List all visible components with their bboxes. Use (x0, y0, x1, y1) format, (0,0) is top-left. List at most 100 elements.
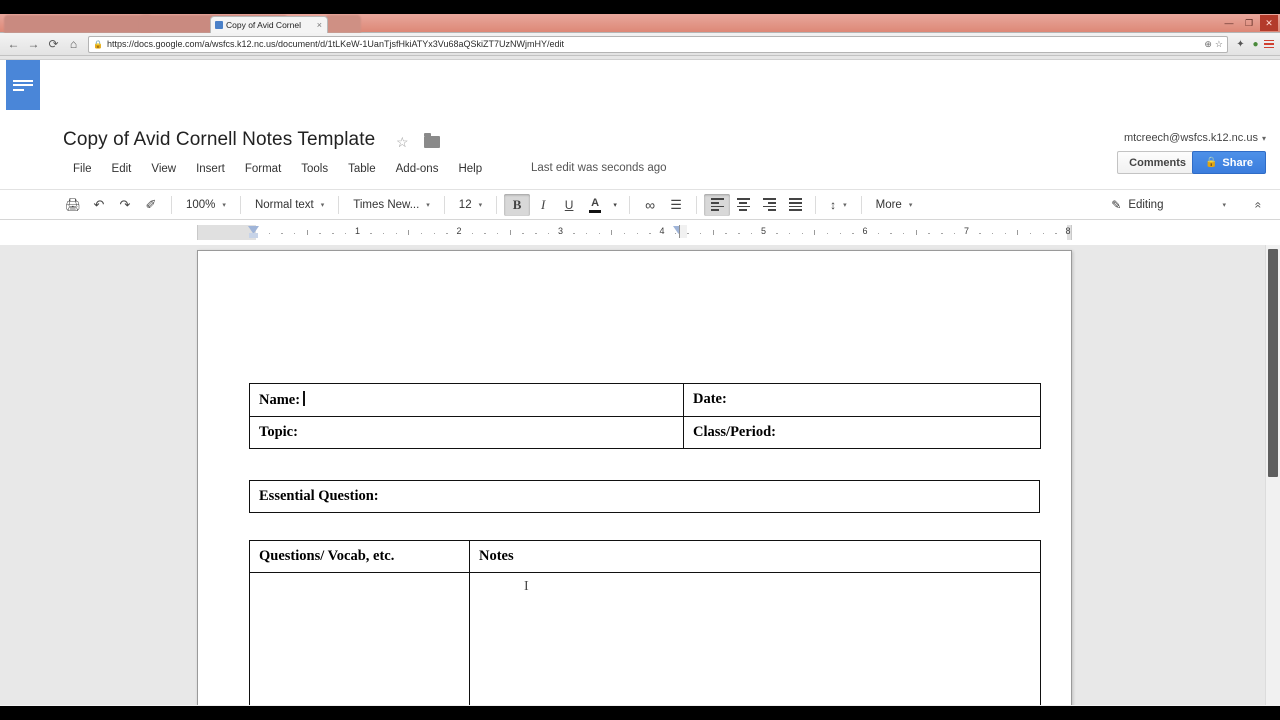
align-right-button[interactable] (756, 194, 782, 216)
line-spacing-dropdown[interactable]: ↕ ▾ (823, 194, 854, 216)
star-icon[interactable]: ☆ (396, 134, 409, 151)
home-icon[interactable]: ⌂ (65, 36, 82, 53)
ruler-tick (535, 233, 537, 235)
align-center-button[interactable] (730, 194, 756, 216)
font-family-dropdown[interactable]: Times New... ▾ (346, 194, 437, 216)
menu-file[interactable]: File (63, 160, 102, 178)
document-page[interactable]: Name: Date: Topic: Class/Period: Essenti… (197, 250, 1072, 705)
ruler-tick (877, 233, 880, 235)
zoom-level-dropdown[interactable]: 100% ▾ (179, 194, 233, 216)
underline-button[interactable]: U (556, 194, 582, 216)
menu-view[interactable]: View (141, 160, 186, 178)
name-cell[interactable]: Name: (249, 383, 684, 417)
document-canvas[interactable]: Name: Date: Topic: Class/Period: Essenti… (0, 245, 1280, 705)
ruler-number: 4 (659, 226, 665, 236)
align-justify-button[interactable] (782, 194, 808, 216)
ruler-tick (636, 233, 639, 235)
table-row[interactable]: Topic: Class/Period: (249, 416, 1041, 449)
docs-toolbar: 🖨 ↶ ↷ ✐ 100% ▾ Normal text ▾ Times New..… (0, 189, 1280, 220)
move-to-folder-icon[interactable] (424, 133, 440, 148)
forward-icon[interactable]: → (25, 36, 42, 53)
table-row[interactable]: Essential Question: (249, 480, 1040, 513)
browser-tab-partial[interactable] (325, 15, 361, 33)
window-maximize-icon[interactable]: ❐ (1240, 15, 1258, 31)
align-justify-icon (788, 198, 802, 211)
menu-format[interactable]: Format (235, 160, 291, 178)
collapse-toolbar-button[interactable]: « (1246, 193, 1270, 216)
back-icon[interactable]: ← (5, 36, 22, 53)
undo-icon[interactable]: ↶ (86, 194, 112, 216)
extension-icon-2[interactable]: ● (1249, 38, 1262, 51)
ruler-tick (382, 233, 385, 235)
topic-cell[interactable]: Topic: (249, 416, 684, 449)
comments-button[interactable]: Comments (1117, 151, 1198, 174)
italic-button[interactable]: I (530, 194, 556, 216)
toolbar-separator (443, 195, 445, 214)
vertical-scrollbar-track[interactable] (1265, 245, 1280, 705)
date-cell[interactable]: Date: (683, 383, 1041, 417)
paragraph-style-dropdown[interactable]: Normal text ▾ (248, 194, 331, 216)
essential-question-table[interactable]: Essential Question: (249, 480, 1040, 513)
menu-tools[interactable]: Tools (291, 160, 338, 178)
menu-insert[interactable]: Insert (186, 160, 235, 178)
document-title[interactable]: Copy of Avid Cornell Notes Template (63, 129, 375, 151)
menu-edit[interactable]: Edit (102, 160, 142, 178)
window-controls: — ❐ ✕ (1220, 15, 1278, 31)
bookmark-star-icon[interactable]: ☆ (1215, 39, 1223, 50)
last-edit-status[interactable]: Last edit was seconds ago (531, 162, 667, 174)
right-margin-handle[interactable] (679, 225, 687, 238)
share-button[interactable]: 🔒 Share (1191, 151, 1266, 174)
essential-question-cell[interactable]: Essential Question: (249, 480, 1040, 513)
info-table[interactable]: Name: Date: Topic: Class/Period: (249, 383, 1041, 449)
menu-help[interactable]: Help (448, 160, 492, 178)
horizontal-ruler[interactable]: 1 2 3 4 5 6 7 8 (197, 225, 1072, 240)
table-row[interactable]: Name: Date: (249, 383, 1041, 417)
browser-tab-1[interactable] (4, 15, 152, 33)
class-period-cell[interactable]: Class/Period: (683, 416, 1041, 449)
account-menu[interactable]: mtcreech@wsfcs.k12.nc.us ▾ (1124, 132, 1266, 144)
address-bar[interactable]: 🔒 https://docs.google.com/a/wsfcs.k12.nc… (88, 35, 1228, 53)
window-minimize-icon[interactable]: — (1220, 15, 1238, 31)
redo-icon[interactable]: ↷ (112, 194, 138, 216)
ruler-tick (991, 233, 994, 235)
editing-mode-dropdown[interactable]: ✎ Editing ▾ (1103, 193, 1234, 216)
vertical-scrollbar-thumb[interactable] (1268, 249, 1278, 477)
questions-header-cell[interactable]: Questions/ Vocab, etc. (249, 540, 470, 573)
ruler-tick (788, 233, 791, 235)
insert-comment-icon[interactable]: ☰ (663, 194, 689, 216)
ruler-tick (1004, 233, 1006, 235)
window-close-icon[interactable]: ✕ (1260, 15, 1278, 31)
reload-icon[interactable]: ⟳ (45, 36, 62, 53)
editing-mode-label: Editing (1128, 198, 1164, 211)
chrome-menu-icon[interactable] (1262, 39, 1276, 49)
questions-body-cell[interactable] (249, 572, 470, 705)
ruler-tick (446, 233, 448, 235)
notes-body-cell[interactable] (469, 572, 1041, 705)
extension-icon-1[interactable]: ✦ (1234, 38, 1247, 51)
table-row[interactable] (249, 572, 1041, 705)
tab-close-icon[interactable]: × (317, 17, 322, 33)
ruler-tick (306, 230, 308, 235)
insert-link-icon[interactable]: ∞ (637, 194, 663, 216)
align-left-button[interactable] (704, 193, 731, 216)
notes-header-cell[interactable]: Notes (469, 540, 1041, 573)
browser-tab-active[interactable]: Copy of Avid Cornel × (210, 16, 328, 33)
cornell-notes-table[interactable]: Questions/ Vocab, etc. Notes (249, 540, 1041, 705)
menu-addons[interactable]: Add-ons (386, 160, 449, 178)
print-icon[interactable]: 🖨 (60, 194, 86, 216)
docs-favicon-icon (215, 21, 223, 29)
docs-home-icon[interactable] (6, 60, 40, 110)
chevron-down-icon[interactable]: ▾ (608, 194, 622, 216)
bold-button[interactable]: B (504, 193, 531, 216)
share-lock-icon: 🔒 (1204, 157, 1218, 168)
ruler-tick (408, 230, 410, 235)
more-options-button[interactable]: More ▾ (869, 194, 920, 216)
first-line-indent-marker[interactable] (249, 233, 258, 238)
menu-table[interactable]: Table (338, 160, 386, 178)
paint-format-icon[interactable]: ✐ (138, 194, 164, 216)
font-size-dropdown[interactable]: 12 ▾ (452, 194, 489, 216)
zoom-icon[interactable]: ⊕ (1204, 39, 1212, 50)
ruler-tick (1042, 233, 1045, 235)
text-color-button[interactable]: A (582, 194, 608, 216)
table-row[interactable]: Questions/ Vocab, etc. Notes (249, 540, 1041, 573)
